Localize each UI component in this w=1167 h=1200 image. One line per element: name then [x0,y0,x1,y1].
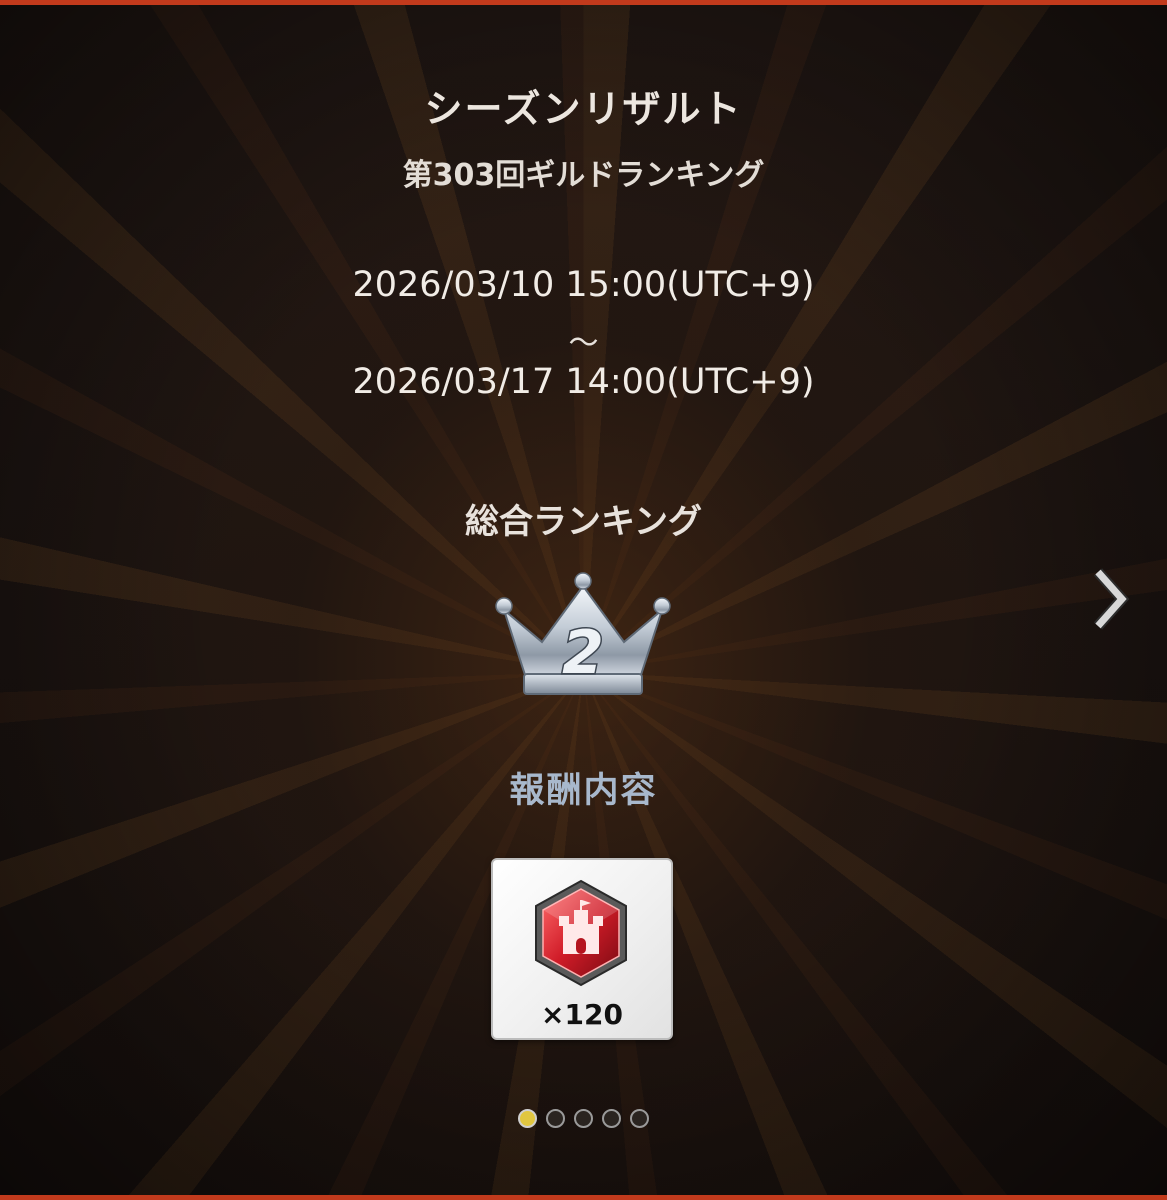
reward-count: ×120 [541,998,623,1031]
reward-label: 報酬内容 [509,771,658,811]
page-dot-3[interactable] [574,1109,593,1128]
result-screen: シーズンリザルト 第303回ギルドランキング 2026/03/10 15:00(… [0,0,1167,1200]
rank-number: 2 [562,618,604,688]
bottom-border [0,1195,1167,1200]
top-border [0,0,1167,5]
page-dot-4[interactable] [602,1109,622,1128]
page-dot-5[interactable] [630,1109,650,1128]
ranking-label: 総合ランキング [465,502,702,542]
event-subtitle: 第303回ギルドランキング [402,158,765,193]
period-separator: 〜 [568,326,599,361]
period-end: 2026/03/17 14:00(UTC+9) [352,362,815,402]
page-indicator [0,1108,1167,1128]
castle-gem-icon [535,879,627,987]
reward-item-card[interactable]: ×120 [491,858,673,1040]
page-dot-2[interactable] [545,1109,565,1128]
period-start: 2026/03/10 15:00(UTC+9) [352,265,815,305]
silver-crown-icon: 2 [495,572,671,695]
page-dot-1[interactable] [517,1109,537,1128]
screen-title: シーズンリザルト [424,87,743,131]
next-page-chevron-icon[interactable] [1088,564,1132,634]
